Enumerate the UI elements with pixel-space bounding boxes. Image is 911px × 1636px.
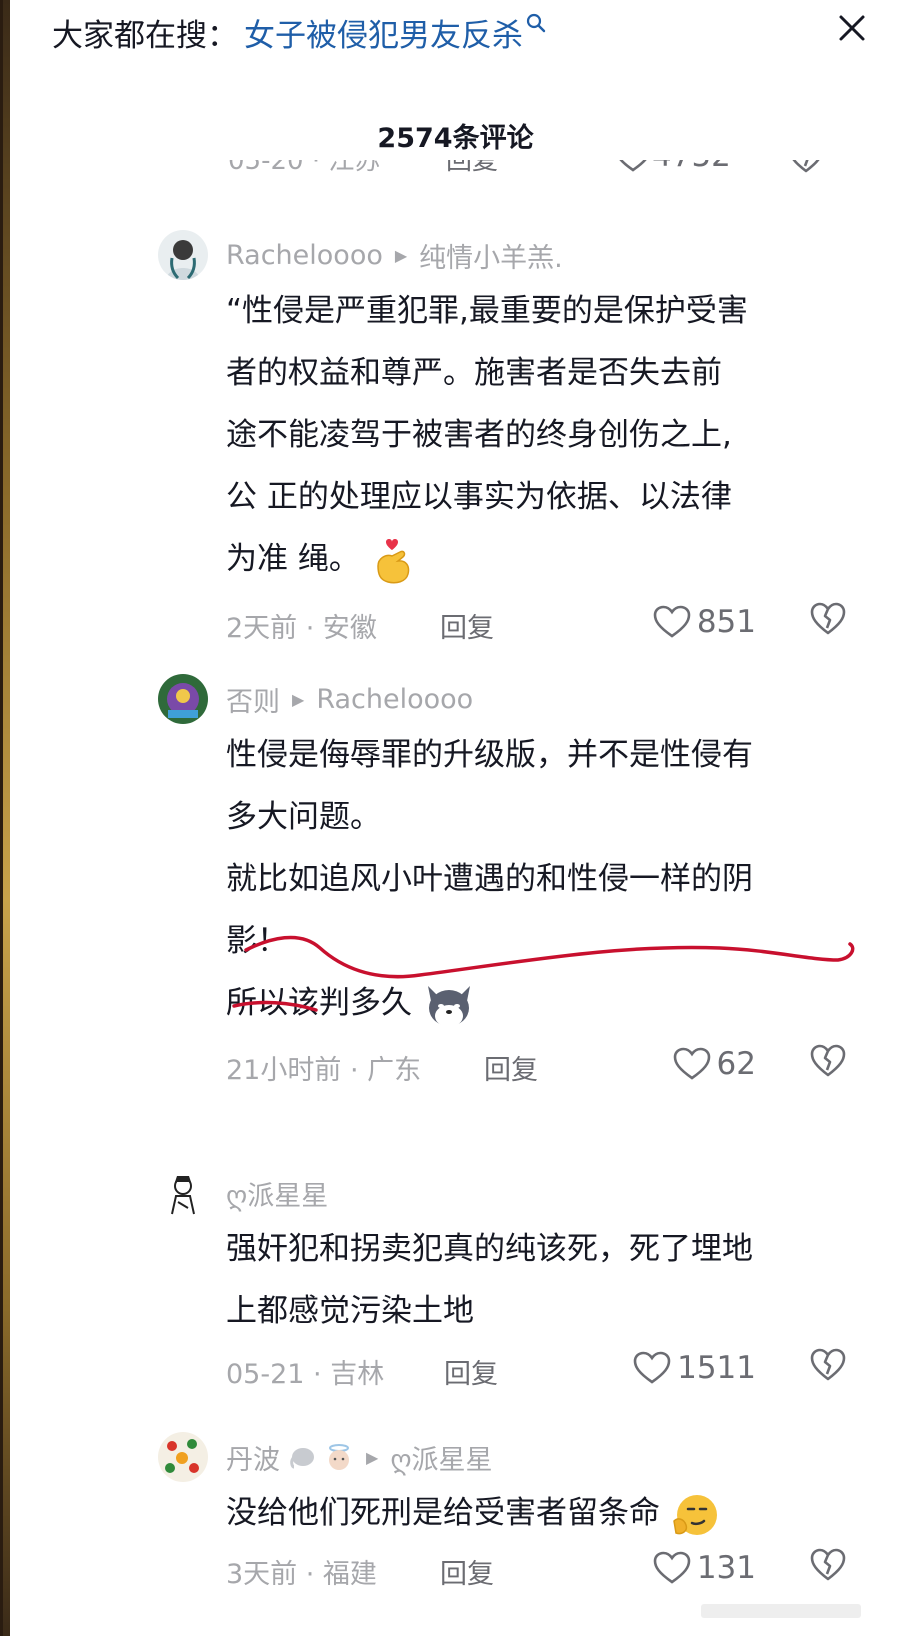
heart-icon (653, 1551, 691, 1584)
comment-meta: 05-21 · 吉林 回复 1511 (226, 1348, 846, 1392)
reply-arrow-icon: ▶ (366, 1448, 379, 1467)
comment-user-line: ღ派星星 (226, 1174, 328, 1213)
reply-to-username[interactable]: ღ派星星 (390, 1438, 492, 1477)
comment-item: ღ派星星 强奸犯和拐卖犯真的纯该死，死了埋地 上都感觉污染土地 05-21 · … (158, 1168, 858, 1390)
comment-line: 上都感觉污染土地 (226, 1293, 474, 1329)
comment-meta: 3天前 · 福建 回复 131 (226, 1548, 846, 1592)
comment-line: 没给他们死刑是给受害者留条命 (226, 1495, 660, 1531)
dislike-icon[interactable] (810, 1548, 846, 1582)
reply-button[interactable]: 回复 (440, 1552, 494, 1591)
username-emoji (288, 1443, 354, 1473)
comment-text: 强奸犯和拐卖犯真的纯该死，死了埋地 上都感觉污染土地 (226, 1218, 846, 1342)
comment-item: 丹波 ▶ ღ派星星 没给他们死刑是给受害者留条命 3天前 · 福建 回复 131 (158, 1432, 858, 1592)
watermark-logo-icon (701, 1604, 861, 1618)
username[interactable]: 丹波 (226, 1438, 280, 1477)
comment-text: 没给他们死刑是给受害者留条命 (226, 1482, 846, 1544)
time-location: 05-21 · 吉林 (226, 1359, 385, 1390)
elephant-emoji-icon (290, 1447, 314, 1468)
reply-button[interactable]: 回复 (444, 1352, 498, 1391)
angel-face-emoji-icon (329, 1443, 349, 1470)
smirk-hand-emoji-icon (673, 1494, 717, 1535)
heart-icon (633, 1351, 671, 1384)
comment-line: 强奸犯和拐卖犯真的纯该死，死了埋地 (226, 1231, 753, 1267)
avatar[interactable] (158, 1168, 208, 1218)
avatar[interactable] (158, 1432, 208, 1482)
like-button[interactable]: 1511 (633, 1350, 756, 1386)
like-count: 131 (696, 1550, 756, 1586)
like-count: 1511 (677, 1350, 756, 1386)
like-button[interactable]: 131 (653, 1550, 756, 1586)
comment-user-line: 丹波 ▶ ღ派星星 (226, 1438, 493, 1477)
time-location: 3天前 · 福建 (226, 1559, 377, 1590)
dislike-icon[interactable] (810, 1348, 846, 1382)
username[interactable]: ღ派星星 (226, 1174, 328, 1213)
